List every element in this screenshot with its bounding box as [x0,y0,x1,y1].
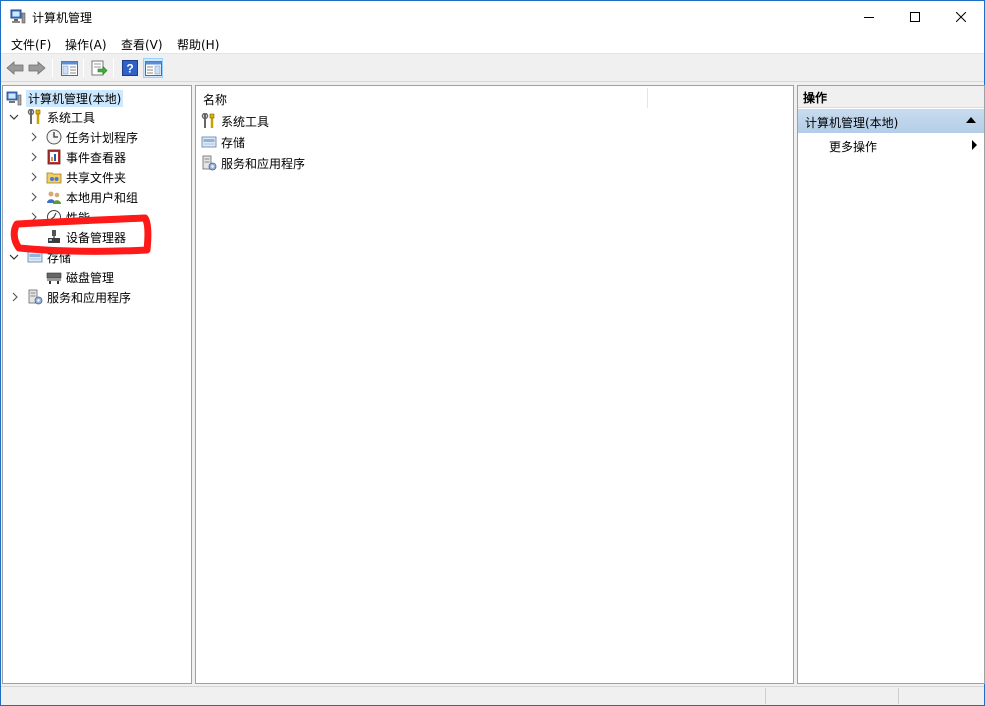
title-bar[interactable]: 计算机管理 [1,1,984,32]
chevron-down-icon[interactable] [9,112,19,122]
list-item-label: 服务和应用程序 [221,156,306,171]
menu-file[interactable]: 文件(F) [11,36,51,53]
tree-item-event-viewer[interactable]: 事件查看器 [46,147,126,167]
tree-item-label: 系统工具 [47,110,96,125]
column-header[interactable]: 名称 [196,86,793,110]
tools-icon [201,113,215,128]
console-tree-button[interactable] [59,58,79,78]
shared-folder-icon [46,172,62,184]
status-bar [1,686,984,705]
chevron-right-icon[interactable] [10,292,20,302]
actions-pane[interactable]: 操作 计算机管理(本地) 更多操作 [797,85,985,684]
column-header-name[interactable]: 名称 [203,91,227,108]
tree-root-label: 计算机管理(本地) [26,89,124,107]
menu-action[interactable]: 操作(A) [65,36,107,53]
maximize-button[interactable] [892,1,938,32]
forward-button[interactable] [27,58,47,78]
tree-item-label: 任务计划程序 [66,130,139,145]
tree-item-device-manager[interactable]: 设备管理器 [46,227,126,247]
console-tree-icon [60,60,78,76]
event-viewer-icon [47,149,61,165]
tree-item-label: 共享文件夹 [66,170,127,185]
submenu-arrow-icon[interactable] [972,140,977,150]
close-button[interactable] [938,1,984,32]
tree-item-label: 存储 [47,250,72,265]
help-button[interactable]: ? [120,58,140,78]
tree-item-services-applications[interactable]: 服务和应用程序 [27,287,131,307]
performance-icon [47,210,61,224]
list-item-system-tools[interactable]: 系统工具 [201,111,269,131]
chevron-right-icon[interactable] [29,132,39,142]
tree-item-label: 设备管理器 [66,230,127,245]
storage-icon [27,251,43,263]
chevron-down-icon[interactable] [9,252,19,262]
list-item-label: 系统工具 [221,114,270,129]
tree-item-local-users-groups[interactable]: 本地用户和组 [46,187,138,207]
export-list-button[interactable] [89,58,109,78]
tree-item-label: 服务和应用程序 [47,290,132,305]
window-title: 计算机管理 [32,11,93,25]
list-item-label: 存储 [221,135,246,150]
close-icon [956,11,966,22]
tools-icon [27,109,41,124]
tree-item-label: 事件查看器 [66,150,127,165]
tree-item-label: 本地用户和组 [66,190,139,205]
details-pane[interactable]: 名称 系统工具 存储 服务和应用程序 [195,85,794,684]
tree-item-performance[interactable]: 性能 [46,207,90,227]
help-icon: ? [122,60,138,76]
toolbar: ? [1,55,984,82]
minimize-button[interactable] [846,1,892,32]
status-divider [898,688,899,704]
services-icon [202,155,217,171]
more-actions-link[interactable]: 更多操作 [829,138,877,155]
chevron-right-icon[interactable] [29,152,39,162]
chevron-right-icon[interactable] [29,212,39,222]
list-item-services-applications[interactable]: 服务和应用程序 [201,153,305,173]
users-icon [47,191,61,204]
tree-item-task-scheduler[interactable]: 任务计划程序 [46,127,138,147]
device-manager-icon [48,230,60,243]
disk-management-icon [46,272,62,284]
menu-view[interactable]: 查看(V) [121,36,163,53]
tree-item-label: 磁盘管理 [66,270,115,285]
toolbar-separator [113,59,114,77]
menu-help[interactable]: 帮助(H) [177,36,219,53]
actions-header: 操作 [798,86,984,108]
back-button[interactable] [5,58,25,78]
console-tree-pane[interactable]: 计算机管理(本地) 系统工具 任务计划程序 事件查看器 共享文件夹 本地用户和组… [2,85,192,684]
export-list-icon [91,60,107,76]
chevron-right-icon[interactable] [29,192,39,202]
clock-icon [46,129,62,145]
computer-management-window: 计算机管理 文件(F) 操作(A) 查看(V) 帮助(H) ? 计算机管理(本地… [0,0,985,706]
menu-bar: 文件(F) 操作(A) 查看(V) 帮助(H) [1,32,984,54]
collapse-up-icon[interactable] [966,117,976,123]
show-action-pane-button[interactable] [143,58,163,78]
tree-item-storage[interactable]: 存储 [27,247,71,267]
services-icon [28,289,43,305]
tree-item-disk-management[interactable]: 磁盘管理 [46,267,114,287]
chevron-right-icon[interactable] [29,172,39,182]
back-icon [6,61,24,75]
tree-item-label: 性能 [66,210,91,225]
tree-root[interactable]: 计算机管理(本地) [6,88,124,108]
actions-section-computer-management[interactable]: 计算机管理(本地) [798,109,984,133]
tree-item-shared-folders[interactable]: 共享文件夹 [46,167,126,187]
maximize-icon [910,11,920,22]
list-item-storage[interactable]: 存储 [201,132,245,152]
computer-management-icon [6,91,22,106]
toolbar-separator [52,59,53,77]
show-action-pane-icon [144,60,162,76]
storage-icon [201,136,217,148]
forward-icon [28,61,46,75]
status-divider [765,688,766,704]
actions-section-label: 计算机管理(本地) [805,116,899,130]
minimize-icon [864,16,874,18]
toolbar-separator [83,59,84,77]
tree-item-system-tools[interactable]: 系统工具 [27,107,95,127]
svg-text:?: ? [126,62,133,76]
column-divider[interactable] [647,88,648,108]
app-icon [10,9,26,24]
